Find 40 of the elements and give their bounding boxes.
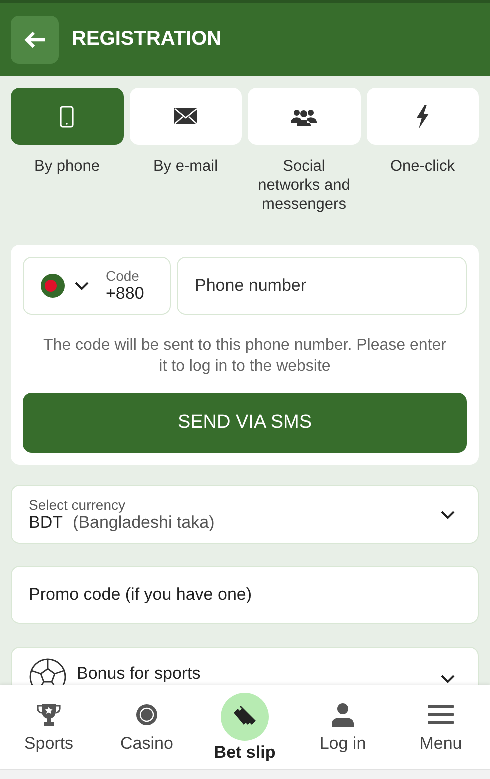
flag-icon	[40, 273, 66, 299]
trophy-icon	[37, 703, 61, 727]
back-arrow-icon	[24, 30, 46, 48]
currency-select[interactable]: Select currency BDT (Bangladeshi taka)	[11, 485, 479, 544]
envelope-icon	[174, 108, 198, 125]
bonus-select[interactable]: Bonus for sports	[11, 647, 479, 685]
hint-text: The code will be sent to this phone number. Please enter it to log in to the website	[43, 336, 447, 377]
chevron-down-icon	[440, 510, 456, 520]
nav-item[interactable]: Bet slip	[196, 685, 294, 769]
chevron-down-icon	[440, 674, 456, 684]
code-value: +880	[106, 284, 144, 304]
phone-number-field[interactable]: Phone number	[177, 257, 467, 315]
person-icon	[332, 703, 354, 727]
bonus-title: Bonus for sports	[77, 664, 201, 684]
country-code-selector[interactable]: Code +880	[23, 257, 171, 315]
casino-chip-icon	[136, 704, 158, 726]
lightning-icon	[416, 104, 430, 128]
send-sms-button[interactable]: SEND VIA SMS	[23, 393, 467, 453]
football-icon	[29, 658, 67, 685]
tab-label: Social networks and messengers	[257, 157, 352, 214]
phone-icon	[60, 106, 74, 128]
tab-label: By phone	[34, 157, 101, 176]
tab-label: One-click	[389, 157, 456, 176]
tab-label: By e-mail	[152, 157, 220, 176]
nav-item[interactable]: Sports	[0, 685, 98, 769]
back-button[interactable]	[11, 16, 59, 64]
currency-code: BDT	[29, 512, 63, 532]
currency-name: (Bangladeshi taka)	[73, 512, 215, 532]
nav-item[interactable]: Log in	[294, 685, 392, 769]
nav-item[interactable]: Casino	[98, 685, 196, 769]
promo-code-field[interactable]: Promo code (if you have one)	[11, 566, 479, 624]
currency-label: Select currency	[29, 496, 126, 512]
menu-icon	[428, 705, 454, 725]
people-icon	[291, 108, 318, 126]
chevron-down-icon	[74, 281, 90, 291]
page-title: REGISTRATION	[72, 28, 222, 51]
code-label: Code	[106, 268, 140, 284]
method-tab[interactable]	[248, 88, 360, 145]
nav-item[interactable]: Menu	[392, 685, 490, 769]
method-tab[interactable]	[130, 88, 242, 145]
